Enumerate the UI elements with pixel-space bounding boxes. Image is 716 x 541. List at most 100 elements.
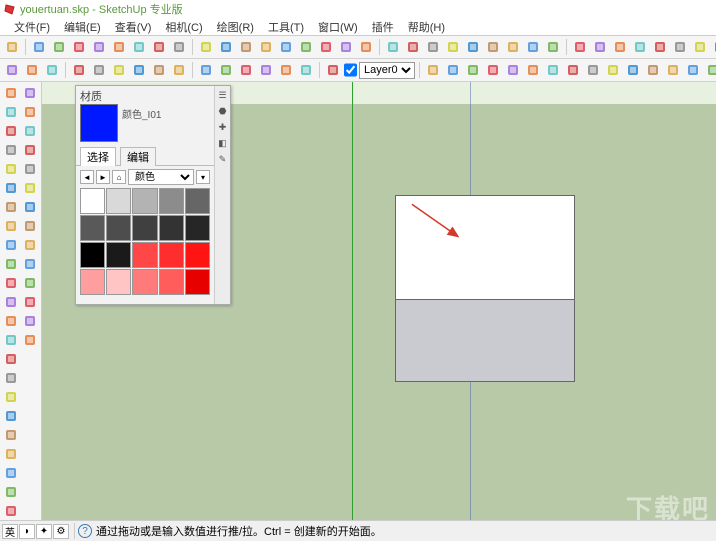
line-button[interactable] [110, 38, 128, 56]
select-button[interactable] [3, 38, 21, 56]
look-around-button[interactable] [631, 38, 649, 56]
copy-button[interactable] [90, 61, 108, 79]
plugin9-button[interactable] [704, 61, 716, 79]
shadows-button[interactable] [671, 38, 689, 56]
look-tool[interactable] [21, 198, 39, 216]
palette-swatch[interactable] [132, 242, 157, 268]
palette-swatch[interactable] [159, 242, 184, 268]
palette-swatch[interactable] [159, 188, 184, 214]
menu-edit[interactable]: 编辑(E) [58, 18, 107, 36]
palette-swatch[interactable] [132, 269, 157, 295]
circle-button[interactable] [70, 38, 88, 56]
material-library-dropdown[interactable]: 颜色 [128, 169, 194, 185]
new-button[interactable] [3, 61, 21, 79]
line-tool[interactable] [2, 160, 20, 178]
walk-button[interactable] [651, 38, 669, 56]
protractor-button[interactable] [297, 38, 315, 56]
dimension-button[interactable] [424, 38, 442, 56]
nav-back-icon[interactable]: ◄ [80, 170, 94, 184]
palette-swatch[interactable] [80, 242, 105, 268]
eraser-tool[interactable] [2, 122, 20, 140]
orbit-button[interactable] [484, 38, 502, 56]
circle-tool[interactable] [2, 179, 20, 197]
face-button[interactable] [297, 61, 315, 79]
palette-swatch[interactable] [185, 188, 210, 214]
pan-tool[interactable] [21, 84, 39, 102]
mat-sample-icon[interactable]: ◧ [217, 137, 229, 149]
palette-swatch[interactable] [80, 269, 105, 295]
section-button[interactable] [404, 38, 422, 56]
tab-select[interactable]: 选择 [80, 147, 116, 166]
right-button[interactable] [484, 61, 502, 79]
zoom-extents-button[interactable] [544, 38, 562, 56]
sandbox-button[interactable] [444, 38, 462, 56]
explode-button[interactable] [464, 38, 482, 56]
follow-tool[interactable] [2, 312, 20, 330]
eraser-button[interactable] [30, 38, 48, 56]
plugin-d-tool[interactable] [21, 331, 39, 349]
tape-button[interactable] [277, 38, 295, 56]
zoom-tool[interactable] [21, 103, 39, 121]
undo-button[interactable] [130, 61, 148, 79]
3dtext-button[interactable] [357, 38, 375, 56]
ime-star-icon[interactable]: ✦ [36, 524, 52, 539]
zoom-button[interactable] [524, 38, 542, 56]
plugin8-button[interactable] [684, 61, 702, 79]
next-button[interactable] [591, 38, 609, 56]
position-tool[interactable] [21, 179, 39, 197]
left-button[interactable] [524, 61, 542, 79]
zoom-window-tool[interactable] [21, 122, 39, 140]
layer-toggle-button[interactable] [324, 61, 342, 79]
rectangle-button[interactable] [50, 38, 68, 56]
shaded-tex-button[interactable] [257, 61, 275, 79]
section-tool[interactable] [2, 483, 20, 501]
xray-button[interactable] [691, 38, 709, 56]
menu-file[interactable]: 文件(F) [8, 18, 56, 36]
current-material-swatch[interactable] [80, 104, 118, 142]
plugin4-button[interactable] [604, 61, 622, 79]
help-icon[interactable]: ? [78, 524, 92, 538]
sandbox1-tool[interactable] [21, 236, 39, 254]
rectangle-tool[interactable] [2, 141, 20, 159]
freehand-button[interactable] [130, 38, 148, 56]
iso-button[interactable] [424, 61, 442, 79]
sandbox2-tool[interactable] [21, 255, 39, 273]
plugin-a-tool[interactable] [21, 274, 39, 292]
zoom-extents-tool[interactable] [21, 141, 39, 159]
pan-button[interactable] [504, 38, 522, 56]
rotate-tool[interactable] [2, 293, 20, 311]
palette-swatch[interactable] [159, 269, 184, 295]
polygon-button[interactable] [150, 38, 168, 56]
viewport[interactable]: 材质 颜色_I01 选择 编辑 ◄ ► ⌂ 颜色 ▾ [42, 82, 716, 538]
menu-draw[interactable]: 绘图(R) [211, 18, 260, 36]
redo-button[interactable] [150, 61, 168, 79]
menu-view[interactable]: 查看(V) [109, 18, 158, 36]
paste-button[interactable] [110, 61, 128, 79]
palette-swatch[interactable] [185, 242, 210, 268]
freehand-tool[interactable] [2, 236, 20, 254]
paint-button[interactable] [317, 38, 335, 56]
palette-swatch[interactable] [106, 269, 131, 295]
tape-tool[interactable] [2, 369, 20, 387]
mat-list-icon[interactable]: ☰ [217, 89, 229, 101]
arc-tool[interactable] [2, 198, 20, 216]
palette-swatch[interactable] [106, 215, 131, 241]
plugin5-button[interactable] [624, 61, 642, 79]
3dtext-tool[interactable] [2, 464, 20, 482]
position-camera-button[interactable] [611, 38, 629, 56]
layer-visible-checkbox[interactable] [344, 63, 357, 77]
paint-tool[interactable] [2, 103, 20, 121]
front-button[interactable] [464, 61, 482, 79]
plugin6-button[interactable] [644, 61, 662, 79]
pushpull-tool[interactable] [2, 255, 20, 273]
wire-button[interactable] [197, 61, 215, 79]
plugin-c-tool[interactable] [21, 312, 39, 330]
move-tool[interactable] [2, 274, 20, 292]
palette-swatch[interactable] [106, 242, 131, 268]
palette-swatch[interactable] [132, 215, 157, 241]
palette-swatch[interactable] [106, 188, 131, 214]
select-tool[interactable] [2, 84, 20, 102]
menu-help[interactable]: 帮助(H) [402, 18, 451, 36]
shaded-button[interactable] [237, 61, 255, 79]
ime-moon-icon[interactable]: ◗ [19, 524, 35, 539]
